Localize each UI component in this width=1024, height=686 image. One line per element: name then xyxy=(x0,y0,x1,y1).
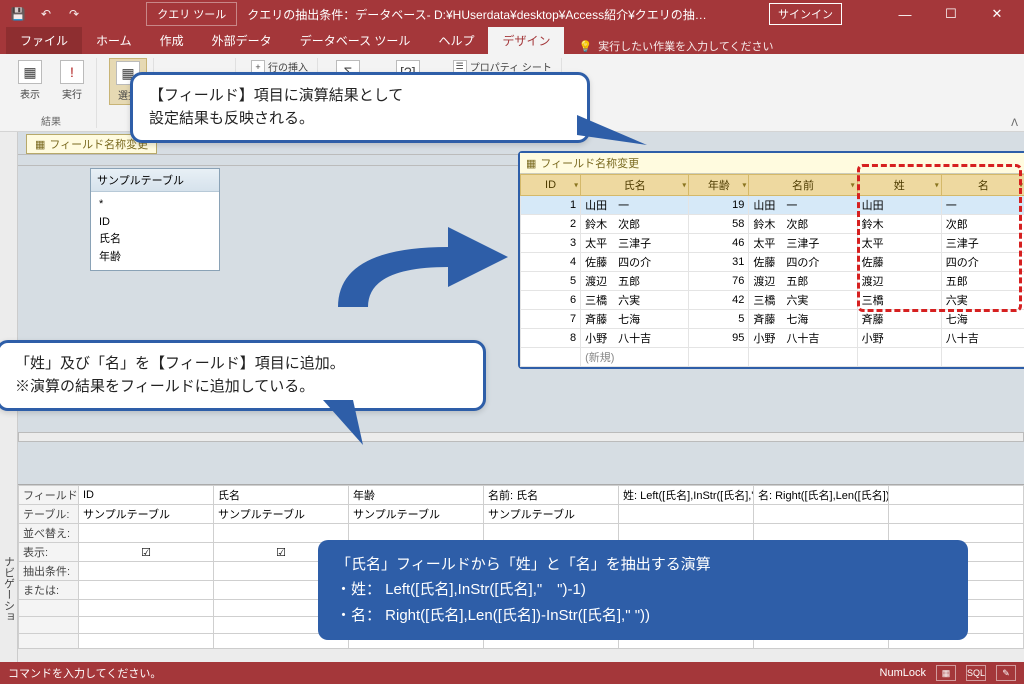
grid-cell[interactable]: 名前: 氏名 xyxy=(484,486,619,505)
query-icon: ▦ xyxy=(35,138,45,151)
source-table-box[interactable]: サンプルテーブル * ID 氏名 年齢 xyxy=(90,168,220,271)
horizontal-scrollbar-upper[interactable] xyxy=(18,432,1024,442)
query-design-surface: ▦ フィールド名称変更 サンプルテーブル * ID 氏名 年齢 【フィールド】項… xyxy=(18,132,1024,662)
grid-row-label: 表示: xyxy=(19,543,79,562)
tab-external-data[interactable]: 外部データ xyxy=(198,27,286,54)
grid-row-label xyxy=(19,617,79,634)
tab-create[interactable]: 作成 xyxy=(146,27,198,54)
col-age[interactable]: 年齢▾ xyxy=(689,175,749,196)
tab-help[interactable]: ヘルプ xyxy=(424,27,488,54)
datasheet-view-button[interactable]: ▦ xyxy=(936,665,956,681)
grid-row-label: または: xyxy=(19,581,79,600)
redo-icon[interactable]: ↷ xyxy=(64,4,84,24)
grid-cell[interactable]: 姓: Left([氏名],InStr([氏名]," ")-1) xyxy=(619,486,754,505)
status-bar: コマンドを入力してください。 NumLock ▦ SQL ✎ xyxy=(0,662,1024,684)
table-row[interactable]: 7斉藤 七海5斉藤 七海斉藤七海 xyxy=(521,310,1024,329)
source-table-title: サンプルテーブル xyxy=(91,169,219,192)
ribbon-tabs: ファイル ホーム 作成 外部データ データベース ツール ヘルプ デザイン 💡 … xyxy=(0,28,1024,54)
grid-row-label: 抽出条件: xyxy=(19,562,79,581)
sign-in-button[interactable]: サインイン xyxy=(769,3,842,25)
tell-me-search[interactable]: 💡 実行したい作業を入力してください xyxy=(564,38,773,54)
grid-cell[interactable] xyxy=(79,617,214,634)
table-row[interactable]: 8小野 八十吉95小野 八十吉小野八十吉 xyxy=(521,329,1024,348)
minimize-button[interactable]: — xyxy=(882,0,928,28)
query-icon: ▦ xyxy=(526,157,536,170)
grid-cell[interactable]: 年齢 xyxy=(349,486,484,505)
status-text: コマンドを入力してください。 xyxy=(8,665,161,681)
grid-cell[interactable] xyxy=(79,581,214,600)
tab-database-tools[interactable]: データベース ツール xyxy=(286,27,425,54)
col-namae[interactable]: 名前▾ xyxy=(749,175,857,196)
run-button[interactable]: !実行 xyxy=(54,58,90,103)
table-row[interactable]: 2鈴木 次郎58鈴木 次郎鈴木次郎 xyxy=(521,215,1024,234)
table-row[interactable]: 4佐藤 四の介31佐藤 四の介佐藤四の介 xyxy=(521,253,1024,272)
tab-file[interactable]: ファイル xyxy=(6,27,82,54)
field-all[interactable]: * xyxy=(99,196,211,214)
sql-view-button[interactable]: SQL xyxy=(966,665,986,681)
grid-cell[interactable] xyxy=(754,505,889,524)
col-sei[interactable]: 姓▾ xyxy=(857,175,941,196)
arrow-icon xyxy=(308,207,528,327)
field-id[interactable]: ID xyxy=(99,214,211,232)
tab-design[interactable]: デザイン xyxy=(488,27,564,54)
collapse-ribbon-icon[interactable]: ᐱ xyxy=(1011,118,1018,129)
formula-explanation: 「氏名」フィールドから「姓」と「名」を抽出する演算 ・姓： Left([氏名],… xyxy=(318,540,968,641)
callout-field-result: 【フィールド】項目に演算結果として 設定結果も反映される。 xyxy=(130,72,590,143)
callout-add-fields: 「姓」及び「名」を【フィールド】項目に追加。 ※演算の結果をフィールドに追加して… xyxy=(0,340,486,411)
grid-row-label: テーブル: xyxy=(19,505,79,524)
table-row[interactable]: 6三橋 六実42三橋 六実三橋六実 xyxy=(521,291,1024,310)
grid-cell[interactable] xyxy=(79,600,214,617)
table-row[interactable]: 3太平 三津子46太平 三津子太平三津子 xyxy=(521,234,1024,253)
grid-cell[interactable]: サンプルテーブル xyxy=(484,505,619,524)
grid-cell[interactable]: 名: Right([氏名],Len([氏名])-InStr([氏名]," ")) xyxy=(754,486,889,505)
grid-row-label: フィールド: xyxy=(19,486,79,505)
col-mei[interactable]: 名▾ xyxy=(941,175,1024,196)
contextual-tab-label: クエリ ツール xyxy=(146,2,237,26)
numlock-indicator: NumLock xyxy=(880,667,926,679)
tab-home[interactable]: ホーム xyxy=(82,27,146,54)
view-button[interactable]: ▦表示 xyxy=(12,58,48,103)
grid-cell[interactable]: サンプルテーブル xyxy=(79,505,214,524)
grid-cell[interactable] xyxy=(889,505,1024,524)
maximize-button[interactable]: ☐ xyxy=(928,0,974,28)
design-view-button[interactable]: ✎ xyxy=(996,665,1016,681)
field-name[interactable]: 氏名 xyxy=(99,231,211,249)
grid-cell[interactable] xyxy=(619,505,754,524)
field-age[interactable]: 年齢 xyxy=(99,249,211,267)
col-id[interactable]: ID▾ xyxy=(521,175,581,196)
run-icon: ! xyxy=(60,60,84,84)
title-bar: 💾 ↶ ↷ クエリ ツール クエリの抽出条件：データベース- D:¥HUserd… xyxy=(0,0,1024,28)
window-title: クエリの抽出条件：データベース- D:¥HUserdata¥desktop¥Ac… xyxy=(247,6,707,23)
horizontal-scrollbar-lower[interactable] xyxy=(18,648,1024,662)
grid-icon: ▦ xyxy=(18,60,42,84)
col-shimei[interactable]: 氏名▾ xyxy=(581,175,689,196)
close-button[interactable]: ✕ xyxy=(974,0,1020,28)
table-row[interactable]: 5渡辺 五郎76渡辺 五郎渡辺五郎 xyxy=(521,272,1024,291)
grid-cell[interactable] xyxy=(79,524,214,543)
grid-cell[interactable]: ID xyxy=(79,486,214,505)
table-row[interactable]: 1山田 一19山田 一山田一 xyxy=(521,196,1024,215)
lightbulb-icon: 💡 xyxy=(578,40,592,53)
datasheet-preview: ▦フィールド名称変更 ID▾ 氏名▾ 年齢▾ 名前▾ 姓▾ 名▾ 1山田 一19… xyxy=(518,151,1024,369)
grid-row-label xyxy=(19,600,79,617)
grid-cell[interactable] xyxy=(79,562,214,581)
grid-cell[interactable]: サンプルテーブル xyxy=(349,505,484,524)
grid-cell[interactable]: サンプルテーブル xyxy=(214,505,349,524)
save-icon[interactable]: 💾 xyxy=(8,4,28,24)
undo-icon[interactable]: ↶ xyxy=(36,4,56,24)
grid-cell[interactable]: ☑ xyxy=(79,543,214,562)
grid-cell[interactable]: 氏名 xyxy=(214,486,349,505)
grid-row-label: 並べ替え: xyxy=(19,524,79,543)
grid-cell[interactable] xyxy=(889,486,1024,505)
